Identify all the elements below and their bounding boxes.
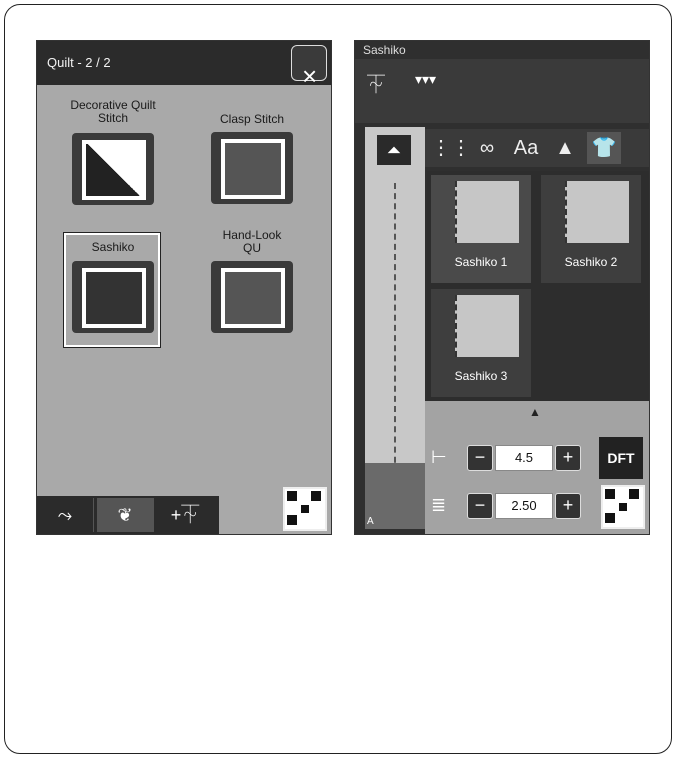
stitch-label: Sashiko 3 — [454, 369, 508, 383]
length-minus-button[interactable]: − — [467, 493, 493, 519]
bottom-toolbar: ⤳ ❦ +⏇ — [37, 496, 219, 534]
hand-look-icon — [211, 261, 293, 333]
close-button[interactable]: × — [291, 45, 327, 91]
dft-button[interactable]: DFT — [599, 437, 643, 479]
tab-alphabet[interactable]: Aa — [509, 132, 543, 164]
quilt-titlebar: Quilt - 2 / 2 × — [37, 41, 331, 91]
stitch-label: Sashiko 2 — [564, 255, 618, 269]
needle-up-button[interactable]: ⏶ — [377, 135, 411, 165]
decorative-quilt-icon — [72, 133, 154, 205]
add-presser-foot-button[interactable]: +⏇ — [157, 498, 213, 532]
tab-decorative[interactable]: ∞ — [470, 132, 504, 164]
category-tabs: ⋮⋮ ∞ Aa ▲ 👕 — [425, 129, 649, 167]
stitch-swatch — [455, 295, 519, 357]
stitch-label: Sashiko 1 — [454, 255, 508, 269]
width-value: 4.5 — [495, 445, 553, 471]
decorative-quilt-stitch-button[interactable]: Decorative Quilt Stitch — [58, 99, 168, 205]
close-icon: × — [302, 61, 318, 91]
stitch-length-icon: ≣ — [431, 495, 447, 515]
top-bar: ⏇ ▾▾▾ — [355, 59, 649, 123]
expand-settings-icon[interactable]: ▲ — [529, 405, 541, 419]
feed-dog-icon[interactable]: ▾▾▾ — [415, 71, 449, 95]
sashiko-button[interactable]: Sashiko — [58, 241, 168, 333]
length-plus-button[interactable]: + — [555, 493, 581, 519]
qr-code-icon[interactable] — [601, 485, 645, 529]
stitch-width-icon: ⊢ — [431, 447, 447, 467]
stitch-preview-line — [394, 183, 398, 483]
stitch-settings: ▲ ⊢ − 4.5 + DFT ≣ − 2.50 + — [425, 401, 649, 534]
width-plus-button[interactable]: + — [555, 445, 581, 471]
stitch-list: Sashiko 1 Sashiko 2 Sashiko 3 — [427, 171, 649, 403]
hand-look-quilt-button[interactable]: Hand-Look QU — [197, 229, 307, 333]
sashiko-panel: Sashiko ⏇ ▾▾▾ ⏶ A ⋮⋮ ∞ Aa ▲ 👕 Sashiko 1 … — [354, 40, 650, 535]
stitch-card-sashiko-2[interactable]: Sashiko 2 — [541, 175, 641, 283]
quilt-stitch-panel: Quilt - 2 / 2 × Decorative Quilt Stitch … — [36, 40, 332, 535]
needle-position-icon[interactable]: ⏇ — [367, 71, 397, 95]
panel-title: Sashiko — [363, 43, 406, 57]
tab-utility[interactable]: ⋮⋮ — [431, 132, 471, 164]
stitch-swatch — [565, 181, 629, 243]
presser-foot-icon: +⏇ — [170, 505, 200, 525]
page-title: Quilt - 2 / 2 — [47, 55, 111, 70]
stitch-menu-icon: ⤳ — [57, 505, 73, 525]
stitch-swatch — [455, 181, 519, 243]
clasp-stitch-icon — [211, 132, 293, 204]
qr-code-icon[interactable] — [283, 487, 327, 531]
item-label: Decorative Quilt Stitch — [70, 98, 156, 125]
item-label: Hand-Look QU — [222, 228, 282, 255]
clasp-stitch-button[interactable]: Clasp Stitch — [197, 113, 307, 204]
presser-foot-image: A — [365, 463, 425, 529]
sashiko-icon — [72, 261, 154, 333]
tab-quilt[interactable]: ▲ — [548, 132, 582, 164]
stitch-preview-strip: ⏶ A — [365, 127, 425, 529]
width-minus-button[interactable]: − — [467, 445, 493, 471]
tab-garment[interactable]: 👕 — [587, 132, 621, 164]
item-label: Clasp Stitch — [219, 112, 285, 126]
length-value: 2.50 — [495, 493, 553, 519]
decorative-menu-button[interactable]: ❦ — [97, 498, 154, 532]
item-label: Sashiko — [91, 240, 135, 254]
decorative-icon: ❦ — [117, 505, 133, 525]
foot-label: A — [367, 516, 374, 527]
stitch-card-sashiko-3[interactable]: Sashiko 3 — [431, 289, 531, 397]
stitch-menu-button[interactable]: ⤳ — [37, 498, 94, 532]
stitch-card-sashiko-1[interactable]: Sashiko 1 — [431, 175, 531, 283]
